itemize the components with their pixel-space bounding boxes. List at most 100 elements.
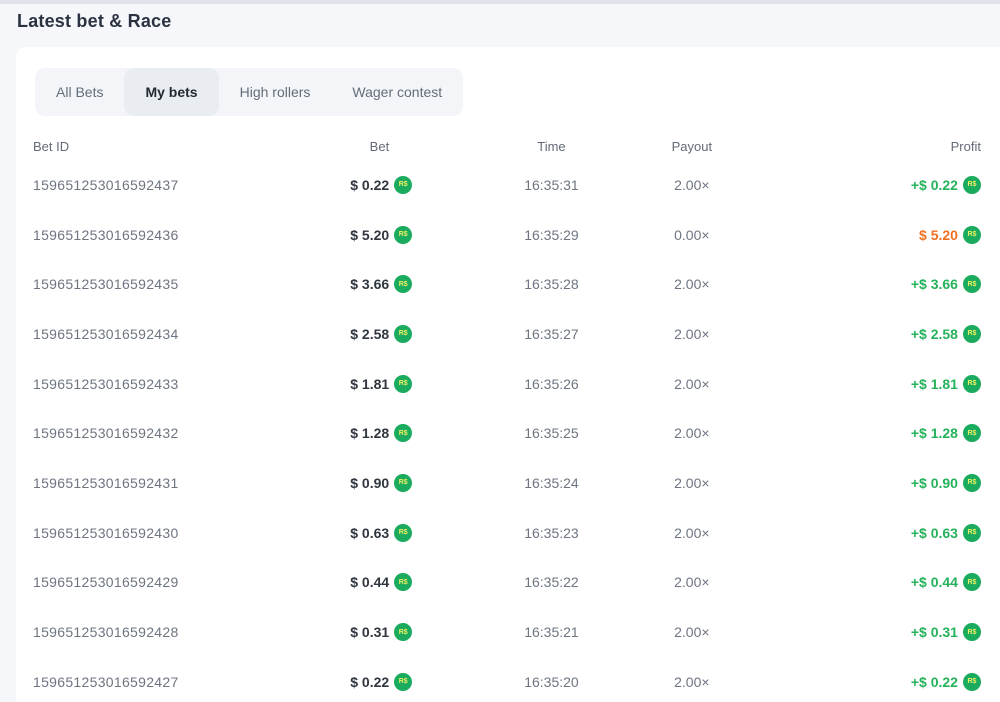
bet-cell: $ 0.44 R$ [270, 573, 412, 591]
profit-cell: +$ 3.66 R$ [763, 275, 981, 293]
brl-currency-coin-icon: R$ [394, 424, 412, 442]
bet-id-cell: 159651253016592429 [33, 574, 270, 590]
brl-currency-coin-icon: R$ [394, 375, 412, 393]
profit-cell: +$ 1.28 R$ [763, 424, 981, 442]
table-row[interactable]: 159651253016592432 $ 1.28 R$ 16:35:25 2.… [33, 408, 981, 458]
brl-currency-coin-icon: R$ [963, 623, 981, 641]
bet-cell: $ 2.58 R$ [270, 325, 412, 343]
profit-cell: +$ 0.90 R$ [763, 474, 981, 492]
payout-cell: 2.00× [621, 475, 763, 491]
table-row[interactable]: 159651253016592435 $ 3.66 R$ 16:35:28 2.… [33, 259, 981, 309]
table-row[interactable]: 159651253016592434 $ 2.58 R$ 16:35:27 2.… [33, 309, 981, 359]
profit-cell: +$ 2.58 R$ [763, 325, 981, 343]
column-header-profit: Profit [763, 139, 981, 154]
brl-currency-coin-icon: R$ [963, 325, 981, 343]
tab-my-bets[interactable]: My bets [124, 68, 218, 116]
bet-amount: $ 1.28 [350, 425, 389, 441]
bet-amount: $ 5.20 [350, 227, 389, 243]
profit-cell: +$ 0.44 R$ [763, 573, 981, 591]
payout-cell: 2.00× [621, 376, 763, 392]
profit-amount: +$ 0.31 [911, 624, 958, 640]
payout-cell: 0.00× [621, 227, 763, 243]
bet-id-cell: 159651253016592437 [33, 177, 270, 193]
column-header-payout: Payout [621, 139, 763, 154]
brl-currency-coin-icon: R$ [394, 474, 412, 492]
bet-id-cell: 159651253016592433 [33, 376, 270, 392]
profit-amount: +$ 2.58 [911, 326, 958, 342]
payout-cell: 2.00× [621, 276, 763, 292]
brl-currency-coin-icon: R$ [963, 176, 981, 194]
time-cell: 16:35:25 [412, 425, 621, 441]
brl-currency-coin-icon: R$ [963, 673, 981, 691]
brl-currency-coin-icon: R$ [394, 573, 412, 591]
time-cell: 16:35:22 [412, 574, 621, 590]
bet-cell: $ 1.28 R$ [270, 424, 412, 442]
bet-id-cell: 159651253016592428 [33, 624, 270, 640]
time-cell: 16:35:21 [412, 624, 621, 640]
table-row[interactable]: 159651253016592428 $ 0.31 R$ 16:35:21 2.… [33, 607, 981, 657]
bet-id-cell: 159651253016592430 [33, 525, 270, 541]
time-cell: 16:35:27 [412, 326, 621, 342]
profit-cell: +$ 0.22 R$ [763, 673, 981, 691]
brl-currency-coin-icon: R$ [394, 226, 412, 244]
bet-amount: $ 3.66 [350, 276, 389, 292]
bet-amount: $ 0.31 [350, 624, 389, 640]
table-row[interactable]: 159651253016592430 $ 0.63 R$ 16:35:23 2.… [33, 508, 981, 558]
bet-cell: $ 5.20 R$ [270, 226, 412, 244]
table-row[interactable]: 159651253016592427 $ 0.22 R$ 16:35:20 2.… [33, 657, 981, 702]
brl-currency-coin-icon: R$ [394, 623, 412, 641]
profit-cell: +$ 1.81 R$ [763, 375, 981, 393]
table-row[interactable]: 159651253016592436 $ 5.20 R$ 16:35:29 0.… [33, 210, 981, 260]
bet-id-cell: 159651253016592436 [33, 227, 270, 243]
time-cell: 16:35:29 [412, 227, 621, 243]
bet-id-cell: 159651253016592434 [33, 326, 270, 342]
bet-amount: $ 0.63 [350, 525, 389, 541]
brl-currency-coin-icon: R$ [394, 673, 412, 691]
tab-wager-contest[interactable]: Wager contest [331, 68, 463, 116]
profit-amount: +$ 0.63 [911, 525, 958, 541]
column-header-time: Time [412, 139, 621, 154]
bet-amount: $ 0.90 [350, 475, 389, 491]
bet-id-cell: 159651253016592431 [33, 475, 270, 491]
tab-all-bets[interactable]: All Bets [35, 68, 124, 116]
profit-amount: +$ 1.81 [911, 376, 958, 392]
table-row[interactable]: 159651253016592437 $ 0.22 R$ 16:35:31 2.… [33, 160, 981, 210]
profit-amount: +$ 3.66 [911, 276, 958, 292]
profit-cell: +$ 0.63 R$ [763, 524, 981, 542]
profit-amount: +$ 0.22 [911, 177, 958, 193]
profit-amount: +$ 0.22 [911, 674, 958, 690]
column-header-bet-id: Bet ID [33, 139, 270, 154]
table-row[interactable]: 159651253016592431 $ 0.90 R$ 16:35:24 2.… [33, 458, 981, 508]
page-title: Latest bet & Race [17, 11, 171, 32]
brl-currency-coin-icon: R$ [963, 424, 981, 442]
brl-currency-coin-icon: R$ [963, 573, 981, 591]
profit-amount: $ 5.20 [919, 227, 958, 243]
payout-cell: 2.00× [621, 525, 763, 541]
table-row[interactable]: 159651253016592433 $ 1.81 R$ 16:35:26 2.… [33, 359, 981, 409]
brl-currency-coin-icon: R$ [963, 524, 981, 542]
table-row[interactable]: 159651253016592429 $ 0.44 R$ 16:35:22 2.… [33, 558, 981, 608]
payout-cell: 2.00× [621, 177, 763, 193]
latest-bets-card: All Bets My bets High rollers Wager cont… [16, 47, 1000, 702]
profit-amount: +$ 1.28 [911, 425, 958, 441]
brl-currency-coin-icon: R$ [963, 474, 981, 492]
bet-cell: $ 0.90 R$ [270, 474, 412, 492]
bet-amount: $ 0.44 [350, 574, 389, 590]
payout-cell: 2.00× [621, 425, 763, 441]
bet-cell: $ 0.31 R$ [270, 623, 412, 641]
time-cell: 16:35:20 [412, 674, 621, 690]
payout-cell: 2.00× [621, 574, 763, 590]
tab-high-rollers[interactable]: High rollers [219, 68, 332, 116]
time-cell: 16:35:24 [412, 475, 621, 491]
bet-id-cell: 159651253016592435 [33, 276, 270, 292]
bet-cell: $ 0.22 R$ [270, 673, 412, 691]
bet-amount: $ 2.58 [350, 326, 389, 342]
time-cell: 16:35:23 [412, 525, 621, 541]
time-cell: 16:35:26 [412, 376, 621, 392]
brl-currency-coin-icon: R$ [394, 275, 412, 293]
profit-cell: +$ 0.22 R$ [763, 176, 981, 194]
bet-amount: $ 1.81 [350, 376, 389, 392]
bet-cell: $ 0.63 R$ [270, 524, 412, 542]
brl-currency-coin-icon: R$ [963, 226, 981, 244]
profit-cell: +$ 0.31 R$ [763, 623, 981, 641]
